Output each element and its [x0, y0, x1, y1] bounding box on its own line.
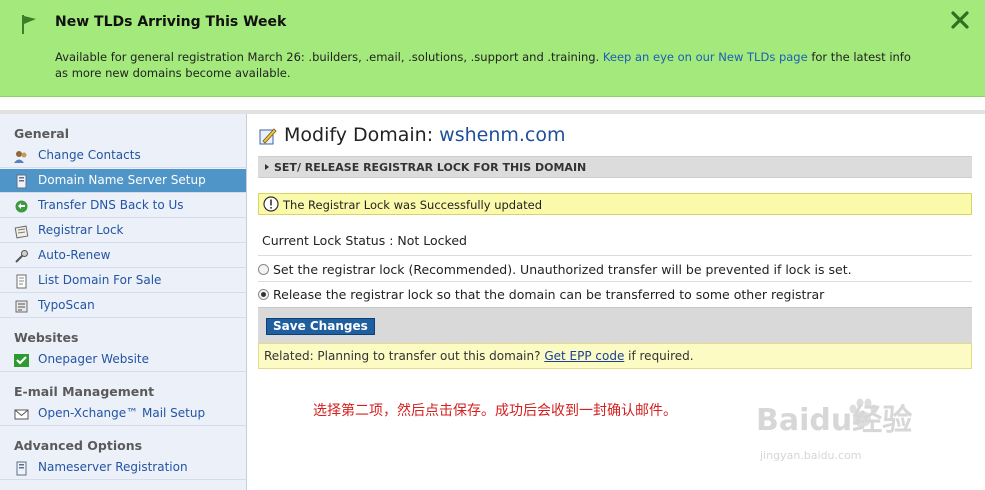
- divider: [258, 281, 972, 282]
- sidebar-item-label: Registrar Lock: [38, 223, 124, 237]
- watermark-text: Baidu经验: [756, 403, 913, 438]
- sidebar-item-label: Nameserver Registration: [38, 460, 188, 474]
- watermark-url: jingyan.baidu.com: [760, 449, 862, 462]
- action-area: Save Changes: [258, 307, 972, 344]
- watermark: Baidu经验 jingyan.baidu.com: [752, 395, 972, 470]
- save-changes-button[interactable]: Save Changes: [266, 318, 375, 335]
- edit-document-icon: [259, 128, 277, 145]
- related-text: Related: Planning to transfer out this d…: [264, 349, 694, 363]
- sidebar-item-auto-renew[interactable]: Auto-Renew: [0, 244, 246, 268]
- set-lock-radio[interactable]: [258, 264, 269, 275]
- section-header-label: SET/ RELEASE REGISTRAR LOCK FOR THIS DOM…: [274, 161, 587, 174]
- sidebar-item-label: List Domain For Sale: [38, 273, 162, 287]
- sidebar-item-nameserver-registration[interactable]: Nameserver Registration: [0, 456, 246, 480]
- banner-desc-prefix: Available for general registration March…: [55, 50, 603, 64]
- sidebar-item-transfer-dns[interactable]: Transfer DNS Back to Us: [0, 194, 246, 218]
- renew-icon: [15, 250, 28, 263]
- sidebar-item-onepager[interactable]: Onepager Website: [0, 348, 246, 372]
- sidebar-item-label: Auto-Renew: [38, 248, 111, 262]
- sidebar-item-label: Domain Name Server Setup: [38, 173, 206, 187]
- sidebar-item-label: Onepager Website: [38, 352, 149, 366]
- domain-name: wshenm.com: [439, 124, 566, 146]
- expand-arrow-icon: [265, 164, 269, 170]
- page-title: Modify Domain: wshenm.com: [284, 124, 566, 146]
- close-icon[interactable]: [950, 10, 970, 30]
- sidebar-item-registrar-lock[interactable]: Registrar Lock: [0, 219, 246, 243]
- announcement-banner: New TLDs Arriving This Week Available fo…: [0, 0, 985, 97]
- sidebar: General Change Contacts Domain Name Serv…: [0, 114, 247, 490]
- sidebar-item-label: Transfer DNS Back to Us: [38, 198, 184, 212]
- flag-icon: [22, 15, 36, 34]
- sidebar-section-email: E-mail Management: [14, 384, 155, 399]
- related-info: Related: Planning to transfer out this d…: [258, 343, 972, 369]
- related-prefix: Related: Planning to transfer out this d…: [264, 349, 545, 363]
- contacts-icon: [14, 151, 27, 163]
- tutorial-annotation: 选择第二项，然后点击保存。成功后会收到一封确认邮件。: [313, 403, 677, 419]
- divider: [258, 255, 972, 256]
- sidebar-item-list-for-sale[interactable]: List Domain For Sale: [0, 269, 246, 293]
- lock-status: Current Lock Status : Not Locked: [262, 233, 467, 248]
- sidebar-section-websites: Websites: [14, 330, 79, 345]
- get-epp-code-link[interactable]: Get EPP code: [544, 349, 624, 363]
- option-label: Set the registrar lock (Recommended). Un…: [273, 262, 852, 277]
- sidebar-section-general: General: [14, 126, 69, 141]
- lock-icon: [14, 225, 29, 239]
- mail-icon: [14, 409, 29, 420]
- sidebar-item-typoscan[interactable]: TypoScan: [0, 294, 246, 318]
- banner-description: Available for general registration March…: [55, 49, 915, 81]
- sale-icon: [16, 274, 27, 289]
- sidebar-section-advanced: Advanced Options: [14, 438, 143, 453]
- section-header[interactable]: SET/ RELEASE REGISTRAR LOCK FOR THIS DOM…: [258, 156, 972, 178]
- typoscan-icon: [15, 300, 28, 313]
- transfer-icon: [15, 200, 28, 213]
- sidebar-item-label: Change Contacts: [38, 148, 141, 162]
- banner-title: New TLDs Arriving This Week: [55, 14, 287, 30]
- new-tlds-link[interactable]: Keep an eye on our New TLDs page: [603, 50, 808, 64]
- release-lock-radio[interactable]: [258, 289, 269, 300]
- sidebar-item-label: TypoScan: [38, 298, 95, 312]
- notice-text: The Registrar Lock was Successfully upda…: [283, 198, 543, 212]
- checkmark-icon: [14, 354, 29, 367]
- sidebar-item-label: Open-Xchange™ Mail Setup: [38, 406, 206, 420]
- page-title-prefix: Modify Domain:: [284, 124, 434, 146]
- nameserver-icon: [16, 461, 27, 476]
- related-suffix: if required.: [624, 349, 694, 363]
- server-icon: [16, 174, 27, 189]
- info-icon: [263, 196, 279, 212]
- sidebar-item-mail-setup[interactable]: Open-Xchange™ Mail Setup: [0, 402, 246, 426]
- success-notice: The Registrar Lock was Successfully upda…: [258, 193, 972, 215]
- sidebar-item-dns-setup[interactable]: Domain Name Server Setup: [0, 169, 246, 193]
- option-label: Release the registrar lock so that the d…: [273, 287, 825, 302]
- sidebar-item-change-contacts[interactable]: Change Contacts: [0, 144, 246, 168]
